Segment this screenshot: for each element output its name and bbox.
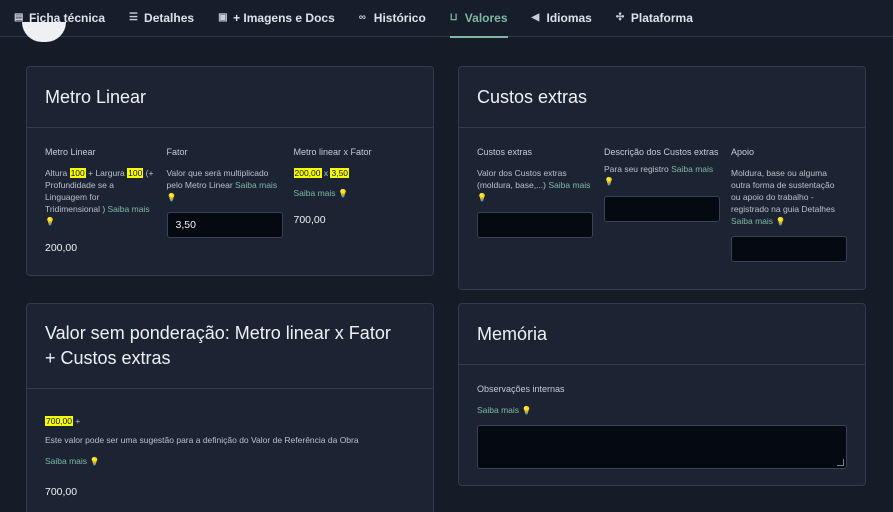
- observacoes-textarea[interactable]: [477, 425, 847, 469]
- field-label: Descrição dos Custos extras: [604, 147, 719, 157]
- field-description: Saiba mais 💡: [294, 187, 404, 200]
- tab-label: + Imagens e Docs: [233, 11, 335, 25]
- lightbulb-icon: 💡: [604, 177, 614, 186]
- custos-extras-column: Custos extras Valor dos Custos extras (m…: [477, 146, 604, 262]
- custos-extras-input[interactable]: [477, 212, 593, 238]
- valor-sem-ponderacao-card: Valor sem ponderação: Metro linear x Fat…: [26, 303, 434, 512]
- custos-extras-card: Custos extras Custos extras Valor dos Cu…: [458, 66, 866, 290]
- megaphone-icon: ◀: [531, 12, 540, 23]
- fator-input[interactable]: 3,50: [166, 212, 283, 238]
- highlighted-value: 3,50: [330, 168, 350, 178]
- descricao-column: Descrição dos Custos extras Para seu reg…: [604, 146, 731, 262]
- tab-plataforma[interactable]: ✣ Plataforma: [616, 0, 693, 37]
- metro-linear-card: Metro Linear Metro Linear Altura 100 + L…: [26, 66, 434, 276]
- operator: +: [73, 416, 81, 426]
- desc-text: Altura: [45, 168, 70, 178]
- tab-historico[interactable]: ∞ Histórico: [359, 0, 426, 37]
- card-title: Memória: [459, 304, 865, 365]
- metro-linear-column: Metro Linear Altura 100 + Largura 100 (+…: [45, 146, 167, 254]
- highlighted-value: 100: [69, 168, 86, 178]
- tab-idiomas[interactable]: ◀ Idiomas: [532, 0, 592, 37]
- formula: 200,00 x 3,50: [293, 167, 404, 179]
- field-description: Moldura, base ou alguma outra forma de s…: [731, 167, 846, 228]
- lightbulb-icon: 💡: [521, 406, 532, 415]
- lightbulb-icon: 💡: [45, 217, 55, 226]
- field-label: Apoio: [731, 147, 755, 157]
- tab-detalhes[interactable]: ☰ Detalhes: [129, 0, 194, 37]
- tab-label: Detalhes: [144, 11, 195, 25]
- binoculars-icon: ∞: [358, 12, 366, 23]
- images-icon: ▣: [218, 12, 228, 23]
- field-description: Valor dos Custos extras (moldura, base,.…: [477, 167, 592, 204]
- highlighted-value: 100: [127, 168, 144, 178]
- platform-icon: ✣: [615, 12, 625, 23]
- apoio-column: Apoio Moldura, base ou alguma outra form…: [731, 146, 858, 262]
- saiba-mais-link[interactable]: Saiba mais: [45, 456, 87, 466]
- tab-valores[interactable]: ⊔ Valores: [449, 0, 508, 38]
- card-title: Valor sem ponderação: Metro linear x Fat…: [27, 304, 433, 389]
- metro-linear-fator-column: Metro linear x Fator 200,00 x 3,50 Saiba…: [293, 146, 416, 254]
- field-description: Este valor pode ser uma sugestão para a …: [45, 435, 359, 445]
- tab-label: Idiomas: [546, 11, 592, 25]
- desc-text: Moldura, base ou alguma outra forma de s…: [731, 168, 835, 214]
- lightbulb-icon: 💡: [89, 457, 100, 466]
- field-label: Custos extras: [477, 147, 533, 157]
- memoria-card: Memória Observações internas Saiba mais …: [458, 303, 866, 486]
- cart-icon: ⊔: [449, 12, 458, 23]
- tab-label: Histórico: [373, 11, 426, 25]
- lightbulb-icon: 💡: [477, 193, 487, 202]
- lightbulb-icon: 💡: [337, 189, 348, 198]
- tab-imagens-docs[interactable]: ▣ + Imagens e Docs: [218, 0, 335, 37]
- card-title: Metro Linear: [27, 67, 433, 128]
- field-label: Metro Linear: [45, 147, 96, 157]
- saiba-mais-link[interactable]: Saiba mais: [731, 216, 773, 226]
- avatar: [22, 22, 66, 42]
- descricao-input[interactable]: [604, 196, 720, 222]
- field-description: Altura 100 + Largura 100 (+ Profundidade…: [45, 167, 155, 228]
- field-label: Observações internas: [477, 384, 565, 394]
- desc-text: + Largura: [85, 168, 128, 178]
- field-label: Metro linear x Fator: [293, 147, 372, 157]
- saiba-mais-row: Saiba mais 💡: [45, 455, 415, 468]
- apoio-input[interactable]: [731, 236, 847, 262]
- desc-text: Para seu registro: [604, 164, 672, 174]
- field-description: Valor que será multiplicado pelo Metro L…: [167, 167, 282, 204]
- highlighted-value: 700,00: [45, 416, 73, 426]
- formula: 700,00 +: [45, 415, 415, 427]
- computed-value: 200,00: [45, 242, 78, 254]
- highlighted-value: 200,00: [293, 168, 322, 178]
- saiba-mais-link[interactable]: Saiba mais: [477, 405, 519, 415]
- lightbulb-icon: 💡: [166, 193, 177, 202]
- saiba-mais-link[interactable]: Saiba mais: [294, 188, 336, 198]
- saiba-mais-link[interactable]: Saiba mais: [235, 180, 277, 190]
- saiba-mais-link[interactable]: Saiba mais: [108, 204, 150, 214]
- details-icon: ☰: [129, 12, 138, 23]
- card-title: Custos extras: [459, 67, 865, 128]
- lightbulb-icon: 💡: [775, 217, 786, 226]
- saiba-mais-link[interactable]: Saiba mais: [671, 164, 713, 174]
- computed-value: 700,00: [293, 214, 326, 226]
- field-description: Para seu registro Saiba mais 💡: [604, 163, 719, 188]
- saiba-mais-row: Saiba mais 💡: [477, 404, 847, 417]
- tab-label: Valores: [464, 11, 508, 25]
- computed-value: 700,00: [45, 486, 78, 498]
- saiba-mais-link[interactable]: Saiba mais: [548, 180, 590, 190]
- tab-bar: ▤ Ficha técnica ☰ Detalhes ▣ + Imagens e…: [0, 0, 893, 38]
- tab-label: Plataforma: [630, 11, 693, 25]
- fator-column: Fator Valor que será multiplicado pelo M…: [166, 146, 294, 254]
- field-label: Fator: [166, 147, 188, 157]
